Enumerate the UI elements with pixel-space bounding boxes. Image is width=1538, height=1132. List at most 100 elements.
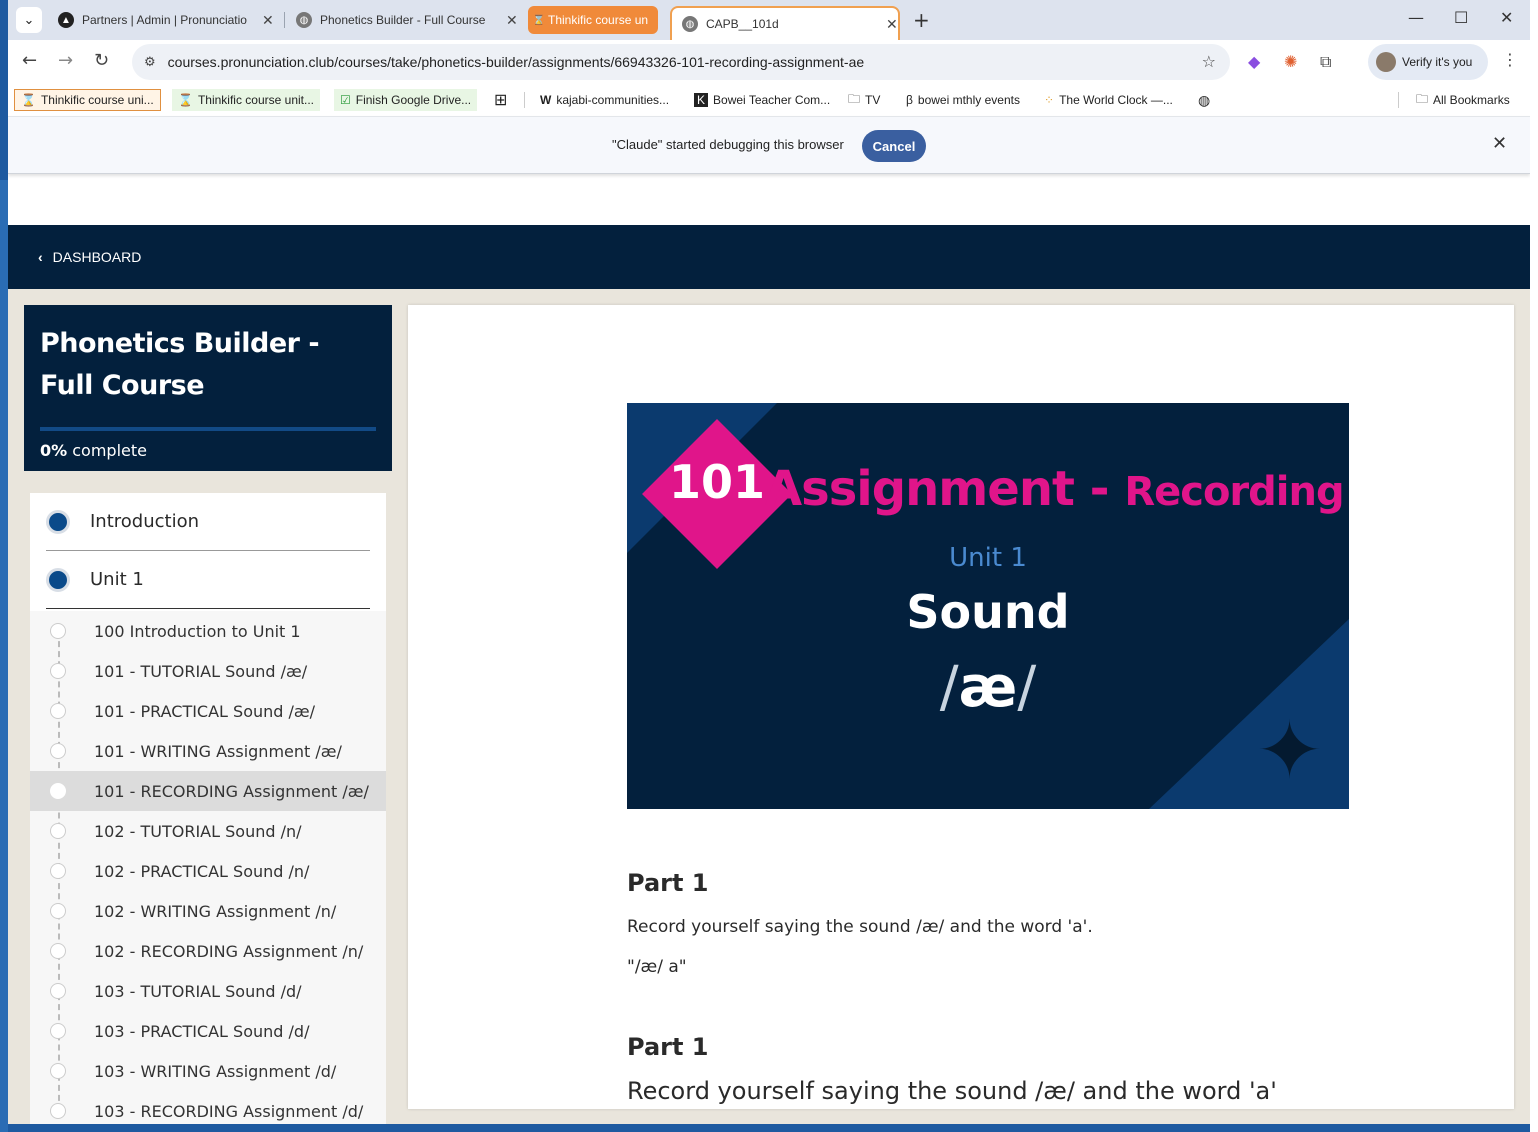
lesson-label: 101 - PRACTICAL Sound /æ/ bbox=[94, 701, 316, 721]
close-icon[interactable]: ✕ bbox=[506, 12, 518, 29]
section-status-icon bbox=[46, 509, 70, 534]
progress-bar bbox=[40, 427, 376, 431]
section-unit-1[interactable]: Unit 1 bbox=[46, 551, 370, 609]
part-heading: Part 1 bbox=[627, 1033, 709, 1061]
close-icon[interactable]: ✕ bbox=[1492, 133, 1507, 154]
bookmark-google-drive[interactable]: ☑ Finish Google Drive... bbox=[334, 89, 478, 111]
lesson-label: 103 - RECORDING Assignment /d/ bbox=[94, 1101, 364, 1121]
reload-button[interactable]: ↻ bbox=[94, 50, 109, 71]
new-tab-button[interactable]: + bbox=[913, 8, 930, 32]
chevron-left-icon[interactable]: ‹ bbox=[38, 249, 43, 265]
dashboard-link[interactable]: DASHBOARD bbox=[53, 249, 142, 265]
globe-icon: ◍ bbox=[682, 16, 698, 32]
lesson-item[interactable]: 102 - WRITING Assignment /n/ bbox=[30, 891, 386, 931]
extensions-puzzle-icon[interactable]: ⧉ bbox=[1320, 52, 1331, 72]
apps-grid-icon[interactable]: ⊞ bbox=[494, 89, 507, 111]
banner-sound: Sound bbox=[906, 585, 1070, 639]
lesson-item[interactable]: 103 - TUTORIAL Sound /d/ bbox=[30, 971, 386, 1011]
bookmark-bowei-teacher[interactable]: K Bowei Teacher Com... bbox=[694, 89, 830, 111]
lesson-status-icon bbox=[50, 1023, 66, 1039]
lesson-status-icon bbox=[50, 663, 66, 679]
assignment-banner: 101 Assignment - Recording Unit 1 Sound … bbox=[627, 403, 1349, 809]
lesson-item[interactable]: 100 Introduction to Unit 1 bbox=[30, 611, 386, 651]
bookmark-world-clock[interactable]: ⁘ The World Clock —... bbox=[1044, 89, 1173, 111]
profile-verify-button[interactable]: Verify it's you bbox=[1368, 44, 1488, 80]
section-introduction[interactable]: Introduction bbox=[46, 493, 370, 551]
lesson-item[interactable]: 101 - TUTORIAL Sound /æ/ bbox=[30, 651, 386, 691]
star-logo-icon: ✦ bbox=[1255, 704, 1323, 797]
cancel-debugging-button[interactable]: Cancel bbox=[862, 130, 926, 162]
close-icon[interactable]: ✕ bbox=[262, 12, 274, 29]
lesson-item[interactable]: 103 - WRITING Assignment /d/ bbox=[30, 1051, 386, 1091]
lesson-label: 103 - WRITING Assignment /d/ bbox=[94, 1061, 337, 1081]
lesson-status-icon bbox=[50, 783, 66, 799]
lesson-status-icon bbox=[50, 743, 66, 759]
part-heading: Part 1 bbox=[627, 869, 709, 897]
extension-diamond-icon[interactable]: ◆ bbox=[1248, 52, 1260, 71]
bookmark-star-icon[interactable]: ☆ bbox=[1202, 52, 1216, 71]
tab-divider bbox=[284, 12, 285, 28]
minimize-button[interactable]: — bbox=[1408, 8, 1424, 27]
bowei-icon: K bbox=[694, 93, 709, 107]
tab-capb[interactable]: ◍ CAPB__101d ✕ bbox=[670, 6, 900, 40]
tab-thinkific[interactable]: ⌛ Thinkific course un bbox=[528, 6, 658, 34]
lesson-item[interactable]: 101 - RECORDING Assignment /æ/ bbox=[30, 771, 386, 811]
lesson-item[interactable]: 103 - PRACTICAL Sound /d/ bbox=[30, 1011, 386, 1051]
browser-window: ⌄ ▲ Partners | Admin | Pronunciatio ✕ ◍ … bbox=[8, 0, 1530, 1124]
back-button[interactable]: ← bbox=[22, 50, 37, 71]
folder-icon: 🗀 bbox=[1416, 91, 1429, 106]
triangle-icon: ▲ bbox=[58, 12, 74, 28]
site-info-icon[interactable]: ⚙ bbox=[144, 55, 156, 70]
close-window-button[interactable]: ✕ bbox=[1500, 8, 1513, 27]
lesson-status-icon bbox=[50, 1103, 66, 1119]
course-title: Phonetics Builder - Full Course bbox=[40, 328, 320, 401]
bookmark-kajabi[interactable]: Wkajabi-communities... bbox=[540, 89, 669, 111]
lesson-label: 102 - TUTORIAL Sound /n/ bbox=[94, 821, 302, 841]
globe-icon[interactable]: ◍ bbox=[1198, 89, 1210, 111]
bookmark-thinkific-1[interactable]: ⌛ Thinkific course uni... bbox=[14, 89, 161, 111]
more-menu-icon[interactable]: ⋮ bbox=[1502, 50, 1518, 69]
lesson-item[interactable]: 103 - RECORDING Assignment /d/ bbox=[30, 1091, 386, 1124]
maximize-button[interactable]: ☐ bbox=[1454, 8, 1468, 27]
lesson-item[interactable]: 101 - PRACTICAL Sound /æ/ bbox=[30, 691, 386, 731]
dashboard-header: ‹ DASHBOARD bbox=[8, 225, 1530, 289]
lesson-label: 101 - TUTORIAL Sound /æ/ bbox=[94, 661, 308, 681]
bookmark-divider bbox=[1398, 92, 1399, 108]
lesson-status-icon bbox=[50, 863, 66, 879]
tab-partners[interactable]: ▲ Partners | Admin | Pronunciatio ✕ bbox=[48, 6, 280, 34]
lesson-status-icon bbox=[50, 983, 66, 999]
lesson-status-icon bbox=[50, 943, 66, 959]
tab-search-button[interactable]: ⌄ bbox=[16, 7, 42, 33]
close-icon[interactable]: ✕ bbox=[886, 16, 898, 33]
desktop-background-right bbox=[1530, 0, 1538, 1132]
lesson-list: 100 Introduction to Unit 1 101 - TUTORIAL… bbox=[30, 611, 386, 1124]
desktop-background bbox=[0, 180, 8, 1132]
hourglass-icon: ⌛ bbox=[21, 93, 36, 107]
lesson-content: 101 Assignment - Recording Unit 1 Sound … bbox=[408, 305, 1514, 1109]
all-bookmarks-button[interactable]: 🗀 All Bookmarks bbox=[1416, 89, 1510, 111]
bookmark-bowei-events[interactable]: β bowei mthly events bbox=[906, 89, 1020, 111]
address-bar[interactable]: ⚙ courses.pronunciation.club/courses/tak… bbox=[132, 44, 1230, 80]
lesson-item[interactable]: 102 - RECORDING Assignment /n/ bbox=[30, 931, 386, 971]
forward-button[interactable]: → bbox=[58, 50, 73, 71]
bookmark-divider bbox=[524, 92, 525, 108]
course-header: Phonetics Builder - Full Course 0% compl… bbox=[24, 305, 392, 471]
banner-unit: Unit 1 bbox=[949, 543, 1027, 573]
beta-icon: β bbox=[906, 93, 913, 107]
lesson-item[interactable]: 101 - WRITING Assignment /æ/ bbox=[30, 731, 386, 771]
bookmark-folder-tv[interactable]: 🗀 TV bbox=[848, 89, 880, 111]
bookmark-thinkific-2[interactable]: ⌛ Thinkific course unit... bbox=[172, 89, 320, 111]
tab-phonetics-builder[interactable]: ◍ Phonetics Builder - Full Course ✕ bbox=[286, 6, 522, 34]
banner-title: Assignment - Recording bbox=[765, 461, 1345, 517]
lesson-label: 101 - RECORDING Assignment /æ/ bbox=[94, 781, 369, 801]
claude-extension-icon[interactable]: ✺ bbox=[1284, 52, 1297, 71]
lesson-item[interactable]: 102 - TUTORIAL Sound /n/ bbox=[30, 811, 386, 851]
section-status-icon bbox=[46, 567, 70, 592]
part-instruction: Record yourself saying the sound /æ/ and… bbox=[627, 917, 1093, 937]
lesson-item[interactable]: 102 - PRACTICAL Sound /n/ bbox=[30, 851, 386, 891]
lesson-label: 102 - PRACTICAL Sound /n/ bbox=[94, 861, 310, 881]
world-clock-icon: ⁘ bbox=[1044, 93, 1055, 107]
kajabi-icon: W bbox=[540, 93, 552, 107]
lesson-label: 101 - WRITING Assignment /æ/ bbox=[94, 741, 342, 761]
lesson-label: 103 - PRACTICAL Sound /d/ bbox=[94, 1021, 310, 1041]
